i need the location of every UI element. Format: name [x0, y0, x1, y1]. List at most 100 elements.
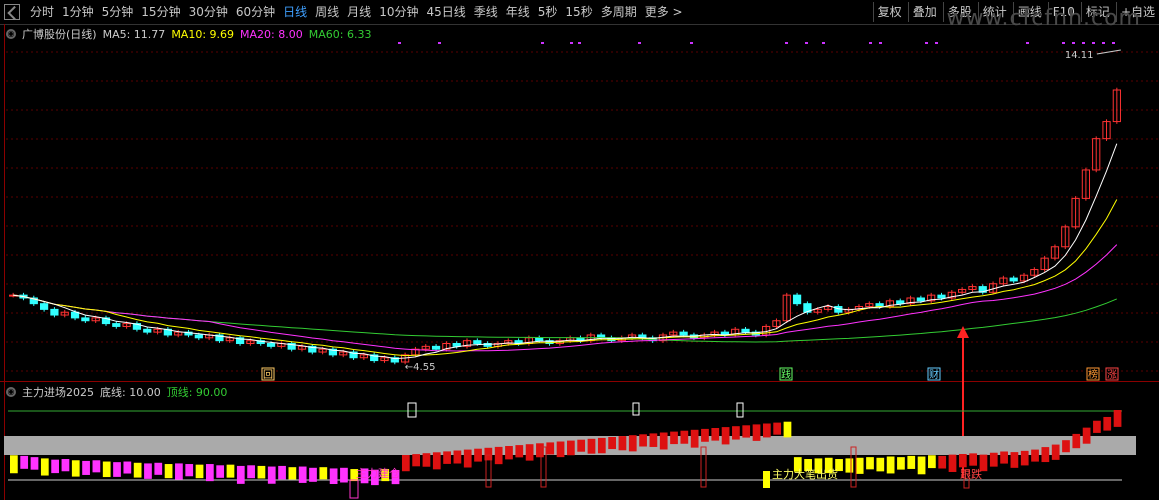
- indicator-bar: [30, 457, 39, 470]
- signal-dot: [822, 42, 825, 44]
- signal-arrow-head: [957, 326, 969, 338]
- event-marker: 榜: [1086, 367, 1100, 381]
- dump-signal-box: [763, 471, 770, 488]
- indicator-bar: [494, 446, 503, 465]
- candle: [978, 284, 987, 295]
- indicator-bar: [51, 459, 59, 474]
- candle: [1040, 255, 1049, 272]
- indicator-bar: [855, 457, 864, 474]
- indicator-bar: [278, 465, 286, 480]
- indicator-bar: [752, 424, 761, 441]
- candle: [999, 275, 1008, 287]
- candle: [906, 295, 915, 306]
- candle-body: [266, 343, 276, 347]
- indicator-bar: [412, 454, 421, 467]
- indicator-bar: [453, 450, 462, 464]
- candle: [308, 344, 317, 355]
- indicator-bar: [1051, 444, 1060, 460]
- indicator-bar: [154, 462, 163, 475]
- indicator-bar: [948, 454, 957, 472]
- candle: [1112, 87, 1121, 124]
- candle: [1071, 196, 1080, 230]
- signal-dot: [398, 42, 401, 44]
- candle: [370, 352, 379, 363]
- indicator-bar: [845, 458, 854, 473]
- indicator-bar: [82, 460, 90, 475]
- candle-body: [741, 328, 750, 333]
- indicator-bar: [185, 464, 194, 477]
- indicator-bar: [1113, 410, 1122, 427]
- candle: [277, 341, 286, 349]
- event-marker-text: 榜: [1088, 368, 1098, 381]
- indicator-bar: [577, 439, 586, 452]
- indicator-bar: [515, 445, 524, 458]
- signal-dot: [570, 42, 573, 44]
- indicator-bar: [422, 453, 431, 467]
- chart-canvas[interactable]: 14.11 ←4.55 回 践 财 榜涨主力建仓 主力大笔出货 跟跌: [0, 0, 1159, 500]
- signal-dot: [638, 42, 641, 44]
- indicator-bar: [886, 456, 895, 474]
- signal-dot: [925, 42, 928, 44]
- indicator-bar: [164, 464, 173, 479]
- event-marker: 涨: [1105, 367, 1119, 381]
- indicator-bar: [40, 458, 49, 476]
- indicator-bar: [113, 462, 121, 477]
- candle: [256, 338, 265, 346]
- indicator-bar: [236, 465, 245, 484]
- indicator-bar: [1031, 449, 1039, 462]
- indicator-bar: [10, 455, 18, 474]
- signal-dot: [578, 42, 581, 44]
- signal-dot: [438, 42, 441, 44]
- indicator-bar: [773, 422, 782, 435]
- low-price-label: ←4.55: [405, 362, 436, 373]
- indicator-bar: [71, 460, 80, 477]
- event-marker-text: 践: [781, 368, 791, 381]
- indicator-bar: [319, 467, 328, 480]
- signal-dot: [1102, 42, 1105, 44]
- candle: [968, 284, 977, 292]
- indicator-bar: [680, 430, 689, 444]
- candle-body: [937, 294, 946, 299]
- indicator-bar: [144, 463, 152, 479]
- event-marker: 财: [927, 367, 941, 381]
- indicator-bar: [958, 453, 967, 468]
- event-marker-text: 回: [263, 369, 273, 381]
- indicator-annotation: 主力大笔出货: [772, 467, 838, 481]
- indicator-bar: [309, 467, 317, 482]
- event-marker-text: 财: [929, 368, 939, 381]
- candle: [1009, 275, 1018, 284]
- indicator-bar: [1041, 447, 1050, 463]
- candle: [1102, 119, 1111, 141]
- indicator-bar: [1103, 416, 1112, 431]
- candle: [132, 321, 142, 332]
- event-marker-text: 涨: [1107, 369, 1117, 381]
- indicator-bar: [432, 452, 441, 470]
- candle: [287, 341, 296, 352]
- indicator-bar: [267, 466, 276, 484]
- indicator-bar: [205, 464, 214, 482]
- candle-body: [112, 323, 121, 327]
- indicator-bar: [401, 455, 410, 472]
- indicator-bar: [525, 444, 534, 461]
- candle: [29, 295, 38, 306]
- indicator-bar: [329, 468, 338, 485]
- price-grid: [6, 51, 1159, 372]
- candle: [39, 301, 49, 312]
- signal-dot: [805, 42, 808, 44]
- candle-body: [535, 337, 544, 342]
- indicator-bar: [20, 455, 29, 469]
- candle-body: [39, 303, 49, 310]
- indicator-bar: [608, 437, 616, 450]
- indicator-bar: [711, 428, 720, 441]
- indicator-bar: [175, 463, 183, 480]
- candle: [947, 290, 956, 301]
- indicator-bar: [649, 433, 658, 447]
- candle: [731, 327, 740, 338]
- candle: [60, 309, 69, 318]
- indicator-bar: [505, 446, 513, 460]
- candle: [184, 329, 193, 338]
- candle-body: [1009, 277, 1018, 282]
- indicator-bar: [1093, 420, 1101, 433]
- indicator-bar: [298, 466, 307, 483]
- event-marker: 回: [261, 367, 275, 381]
